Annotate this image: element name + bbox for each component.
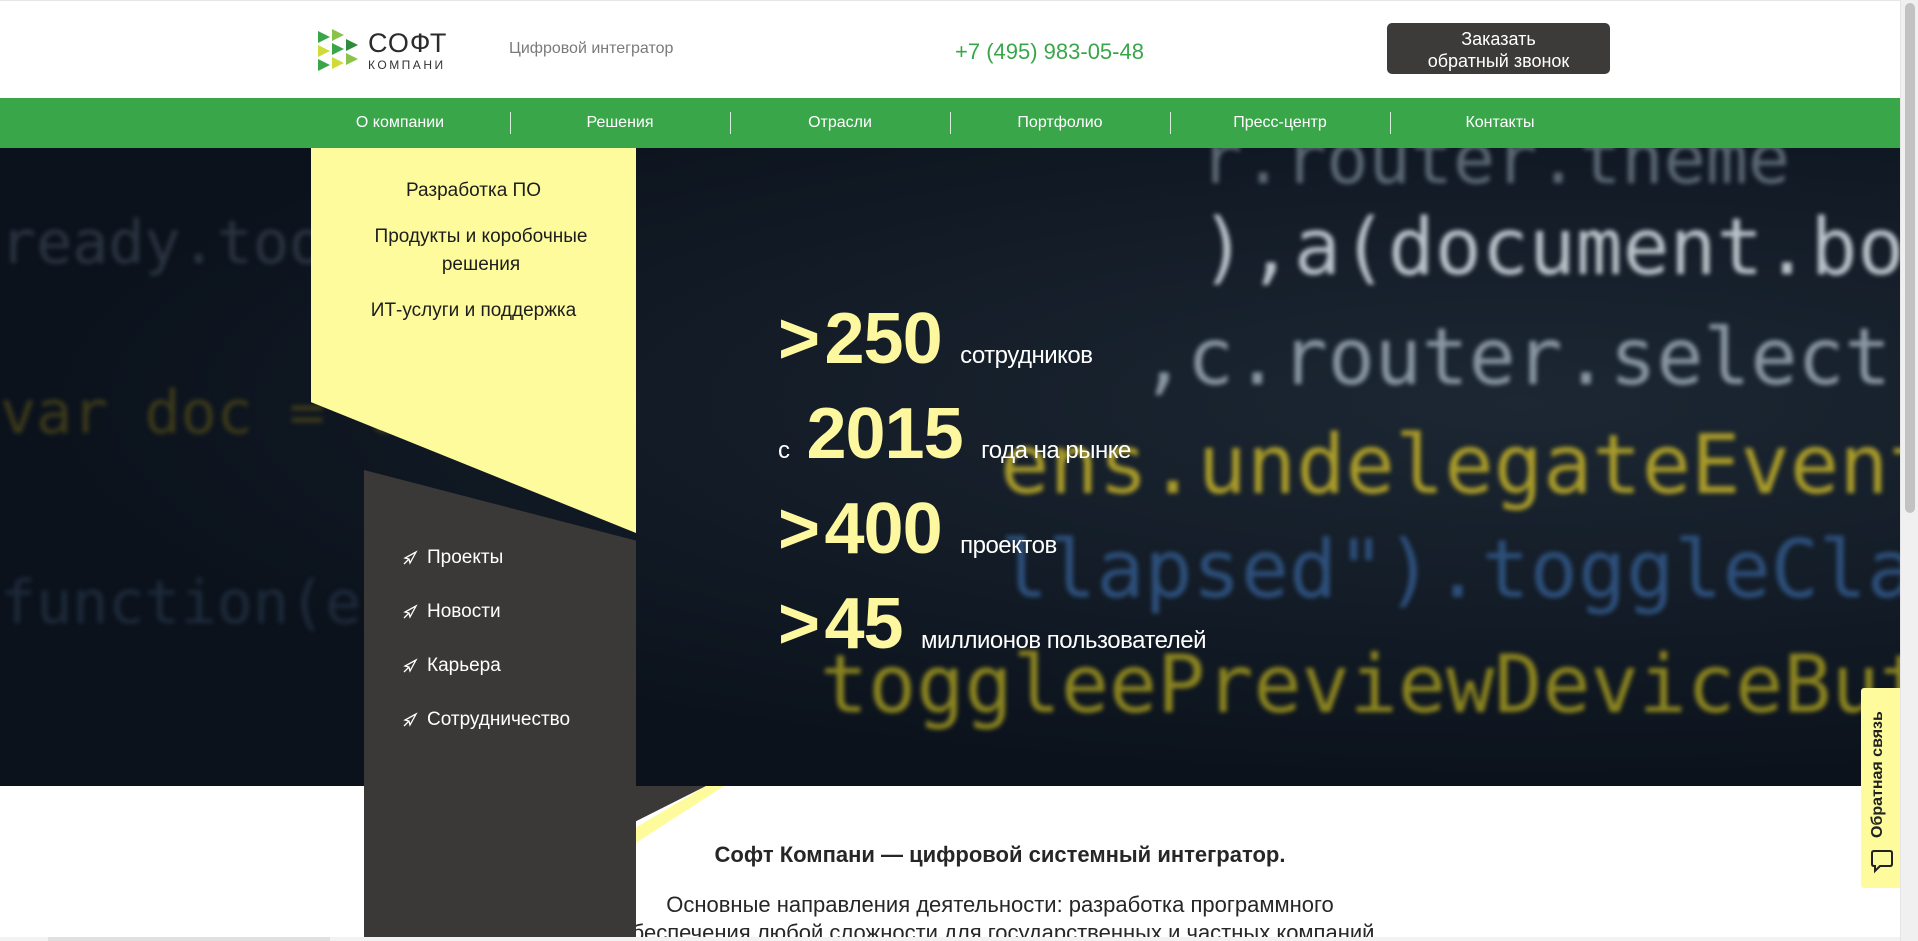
side-menu-item-label: Новости: [427, 601, 501, 622]
service-it-support[interactable]: ИТ-услуги и поддержка: [311, 297, 636, 325]
company-stats: > 250 сотрудников с 2015 года на рынке >…: [778, 298, 1206, 678]
rocket-icon: [403, 550, 418, 565]
callback-button-label: Заказать обратный звонок: [1427, 29, 1570, 71]
side-menu-panel: [364, 470, 636, 941]
scrollbar-segment: [48, 937, 330, 941]
nav-item-solutions[interactable]: Решения: [510, 98, 730, 148]
site-header: СОФТ КОМПАНИ Цифровой интегратор +7 (495…: [0, 0, 1900, 98]
stat-prefix: с: [778, 437, 790, 464]
stat-employees: > 250 сотрудников: [778, 298, 1206, 393]
stat-projects: > 400 проектов: [778, 488, 1206, 583]
service-products[interactable]: Продукты и коробочные решения: [361, 223, 601, 279]
stat-users: > 45 миллионов пользователей: [778, 583, 1206, 678]
stat-value: 2015: [806, 394, 963, 474]
main-nav: О компании Решения Отрасли Портфолио Пре…: [0, 98, 1900, 148]
side-menu-item-career[interactable]: Карьера: [402, 655, 501, 677]
stat-prefix: >: [778, 299, 821, 379]
side-menu-item-label: Карьера: [427, 655, 501, 676]
intro-text: Основные направления деятельности: разра…: [619, 892, 1381, 941]
nav-item-industries[interactable]: Отрасли: [730, 98, 950, 148]
rocket-icon: [403, 604, 418, 619]
stat-value: 45: [824, 584, 904, 664]
side-menu-item-news[interactable]: Новости: [402, 601, 501, 623]
rocket-icon: [403, 658, 418, 673]
page: СОФТ КОМПАНИ Цифровой интегратор +7 (495…: [0, 0, 1918, 941]
stat-prefix: >: [778, 489, 821, 569]
horizontal-scrollbar[interactable]: [0, 937, 1900, 941]
tagline: Цифровой интегратор: [509, 40, 674, 57]
stat-prefix: >: [778, 584, 821, 664]
company-logo[interactable]: СОФТ КОМПАНИ: [314, 25, 447, 75]
intro-title: Софт Компани — цифровой системный интегр…: [714, 842, 1286, 867]
stat-label: сотрудников: [960, 342, 1093, 369]
side-menu-item-label: Проекты: [427, 547, 504, 568]
nav-item-contacts[interactable]: Контакты: [1390, 98, 1610, 148]
service-software-development[interactable]: Разработка ПО: [311, 177, 636, 205]
scrollbar-thumb[interactable]: [1905, 3, 1915, 513]
stat-value: 400: [824, 489, 943, 569]
stat-label: миллионов пользователей: [921, 627, 1206, 654]
chat-icon: [1871, 850, 1893, 874]
logo-subtitle: КОМПАНИ: [368, 57, 446, 72]
hero-banner: r.router.theme ),a(document.bod ,c.route…: [0, 148, 1900, 786]
callback-button[interactable]: Заказать обратный звонок: [1387, 23, 1610, 74]
side-menu-item-projects[interactable]: Проекты: [402, 547, 503, 569]
side-menu-item-label: Сотрудничество: [427, 709, 571, 730]
stat-label: года на рынке: [981, 437, 1131, 464]
vertical-scrollbar[interactable]: [1900, 0, 1918, 941]
logo-mark-icon: [318, 29, 358, 71]
rocket-icon: [403, 712, 418, 727]
nav-item-portfolio[interactable]: Портфолио: [950, 98, 1170, 148]
nav-item-about[interactable]: О компании: [290, 98, 510, 148]
feedback-tab-label: Обратная связь: [1869, 711, 1886, 838]
feedback-tab[interactable]: Обратная связь: [1861, 688, 1901, 888]
stat-label: проектов: [960, 532, 1057, 559]
side-menu-item-partnership[interactable]: Сотрудничество: [402, 709, 570, 731]
logo-title: СОФТ: [368, 27, 448, 58]
nav-item-press[interactable]: Пресс-центр: [1170, 98, 1390, 148]
phone-link[interactable]: +7 (495) 983-05-48: [955, 39, 1144, 65]
stat-value: 250: [824, 299, 943, 379]
stat-years: с 2015 года на рынке: [778, 393, 1206, 488]
